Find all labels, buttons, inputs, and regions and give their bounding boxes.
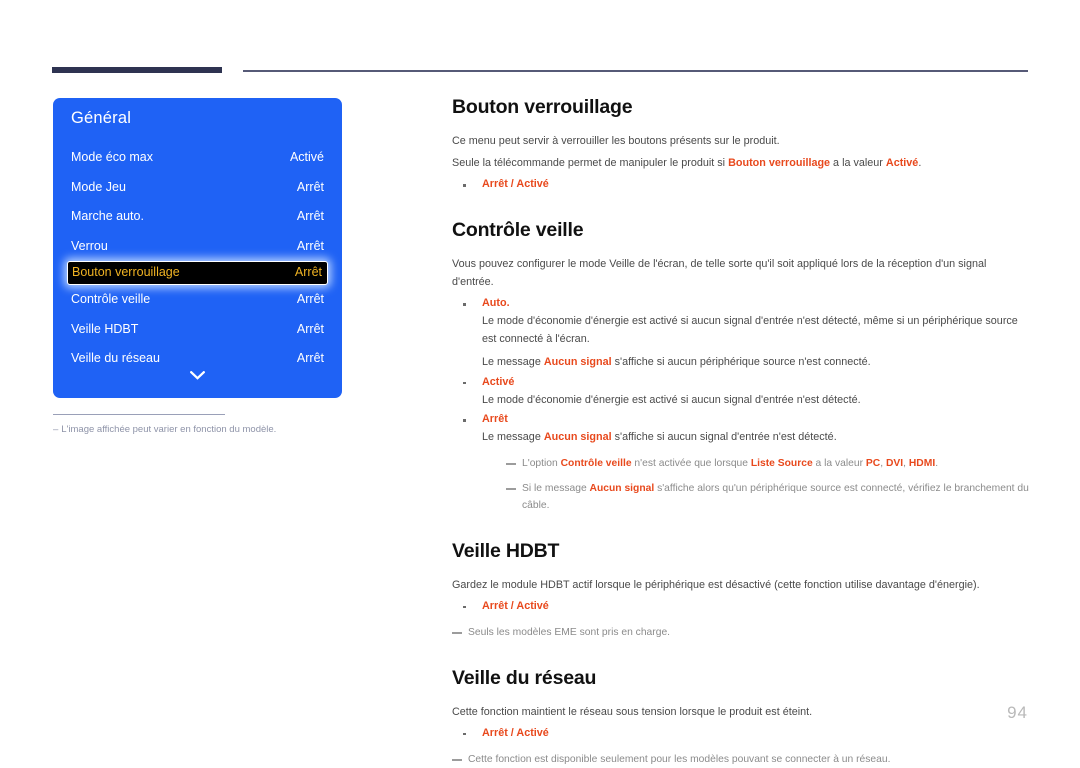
osd-row-value: Activé xyxy=(289,150,324,164)
option-description: Le mode d'économie d'énergie est activé … xyxy=(482,315,1018,345)
text-fragment: Le message xyxy=(482,431,544,443)
list-item: Arrêt / Activé xyxy=(452,176,1030,193)
section-title: Contrôle veille xyxy=(452,219,584,241)
option-description: Le message Aucun signal s'affiche si auc… xyxy=(482,429,1030,447)
option-list: Auto. Le mode d'économie d'énergie est a… xyxy=(452,295,1030,514)
page-number: 94 xyxy=(1007,703,1028,722)
option-values: Arrêt / Activé xyxy=(482,726,549,739)
option-name: Arrêt xyxy=(482,413,508,425)
osd-row-value: Arrêt xyxy=(294,265,322,279)
text-fragment: a la valeur xyxy=(830,157,886,169)
osd-row-label: Mode éco max xyxy=(71,150,153,164)
osd-footnote: – L'image affichée peut varier en fonctio… xyxy=(53,414,353,435)
text-fragment: . xyxy=(918,157,922,169)
highlight-term: DVI xyxy=(885,457,904,469)
documentation-column: Bouton verrouillage Ce menu peut servir … xyxy=(452,96,1030,768)
note-line: Si le message Aucun signal s'affiche alo… xyxy=(482,480,1030,514)
text-fragment: a la valeur xyxy=(812,457,866,469)
text-fragment: . xyxy=(935,457,939,469)
footnote-dash: – xyxy=(53,424,59,435)
text-fragment: Si le message xyxy=(522,482,590,494)
section-title: Bouton verrouillage xyxy=(452,96,633,118)
osd-row-value: Arrêt xyxy=(296,351,324,365)
text-fragment: n'est activée que lorsque xyxy=(631,457,751,469)
highlight-term: Aucun signal xyxy=(589,482,655,494)
footnote-body: L'image affichée peut varier en fonction… xyxy=(61,424,277,435)
osd-row-label: Bouton verrouillage xyxy=(72,265,180,279)
text-fragment: Le message xyxy=(482,356,544,368)
osd-row-marche-auto[interactable]: Marche auto. Arrêt xyxy=(53,202,342,232)
osd-row-mode-jeu[interactable]: Mode Jeu Arrêt xyxy=(53,173,342,203)
option-name: Activé xyxy=(482,375,515,388)
section-paragraph: Vous pouvez configurer le mode Veille de… xyxy=(452,258,987,288)
osd-row-label: Veille HDBT xyxy=(71,321,139,336)
option-list: Arrêt / Activé xyxy=(452,725,1030,742)
section-title: Veille HDBT xyxy=(452,539,560,562)
osd-menu-panel: Général Mode éco max Activé Mode Jeu Arr… xyxy=(53,98,342,398)
osd-row-controle-veille[interactable]: Contrôle veille Arrêt xyxy=(53,285,342,315)
option-description: Le mode d'économie d'énergie est activé … xyxy=(482,393,861,406)
option-values: Arrêt / Activé xyxy=(482,178,549,190)
section-controle-veille: Contrôle veille Vous pouvez configurer l… xyxy=(452,219,1030,514)
osd-menu-title: Général xyxy=(71,109,132,127)
list-item: Auto. Le mode d'économie d'énergie est a… xyxy=(452,295,1030,372)
section-bouton-verrouillage: Bouton verrouillage Ce menu peut servir … xyxy=(452,96,1030,193)
highlight-term: Aucun signal xyxy=(543,356,612,368)
footnote-text: – L'image affichée peut varier en fonctio… xyxy=(53,424,353,435)
osd-row-label: Veille du réseau xyxy=(71,351,160,365)
option-name: Auto. xyxy=(482,297,510,309)
highlight-term: HDMI xyxy=(908,457,936,469)
text-fragment: Seule la télécommande permet de manipule… xyxy=(452,157,729,169)
section-veille-hdbt: Veille HDBT Gardez le module HDBT actif … xyxy=(452,540,1030,641)
highlight-term: Aucun signal xyxy=(543,431,612,443)
text-fragment: s'affiche si aucun signal d'entrée n'est… xyxy=(611,431,837,443)
section-veille-du-reseau: Veille du réseau Cette fonction maintien… xyxy=(452,667,1030,768)
osd-row-veille-du-reseau[interactable]: Veille du réseau Arrêt xyxy=(53,344,342,374)
osd-row-label: Marche auto. xyxy=(71,209,144,223)
highlight-term: Liste Source xyxy=(750,457,813,469)
option-values: Arrêt / Activé xyxy=(482,599,549,612)
highlight-term: Contrôle veille xyxy=(560,457,632,469)
text-fragment: L'option xyxy=(522,457,561,469)
osd-row-value: Arrêt xyxy=(296,292,324,306)
section-title: Veille du réseau xyxy=(452,666,597,689)
option-list: Arrêt / Activé xyxy=(452,176,1030,193)
osd-row-value: Arrêt xyxy=(296,238,324,253)
section-paragraph: Gardez le module HDBT actif lorsque le p… xyxy=(452,578,980,591)
osd-row-verrou[interactable]: Verrou Arrêt xyxy=(53,232,342,262)
list-item: Arrêt / Activé xyxy=(452,725,1030,742)
text-fragment: s'affiche si aucun périphérique source n… xyxy=(611,356,871,368)
osd-row-value: Arrêt xyxy=(296,179,324,194)
osd-menu-rows: Mode éco max Activé Mode Jeu Arrêt March… xyxy=(53,143,342,374)
list-item: Activé Le mode d'économie d'énergie est … xyxy=(452,374,1030,410)
osd-row-mode-eco-max[interactable]: Mode éco max Activé xyxy=(53,143,342,173)
osd-row-label: Mode Jeu xyxy=(71,179,126,194)
section-paragraph: Seule la télécommande permet de manipule… xyxy=(452,154,1030,172)
option-list: Arrêt / Activé xyxy=(452,598,1030,615)
osd-row-bouton-verrouillage[interactable]: Bouton verrouillage Arrêt xyxy=(67,261,328,285)
osd-row-value: Arrêt xyxy=(296,209,324,223)
list-item: Arrêt Le message Aucun signal s'affiche … xyxy=(452,411,1030,514)
option-description: Le message Aucun signal s'affiche si auc… xyxy=(482,354,1030,372)
section-paragraph: Ce menu peut servir à verrouiller les bo… xyxy=(452,135,780,147)
osd-row-label: Verrou xyxy=(71,238,108,253)
note-line: Seuls les modèles EME sont pris en charg… xyxy=(452,624,1030,641)
note-line: L'option Contrôle veille n'est activée q… xyxy=(482,455,1030,472)
list-item: Arrêt / Activé xyxy=(452,598,1030,615)
highlight-term: PC xyxy=(865,457,881,469)
highlight-term: Activé xyxy=(885,157,919,169)
osd-row-veille-hdbt[interactable]: Veille HDBT Arrêt xyxy=(53,315,342,345)
highlight-term: Bouton verrouillage xyxy=(728,157,831,169)
note-line: Cette fonction est disponible seulement … xyxy=(452,751,1030,768)
osd-row-value: Arrêt xyxy=(296,321,324,336)
footnote-divider xyxy=(53,414,225,415)
section-paragraph: Cette fonction maintient le réseau sous … xyxy=(452,705,813,718)
osd-row-label: Contrôle veille xyxy=(71,292,151,306)
osd-illustration-column: Général Mode éco max Activé Mode Jeu Arr… xyxy=(0,0,430,763)
